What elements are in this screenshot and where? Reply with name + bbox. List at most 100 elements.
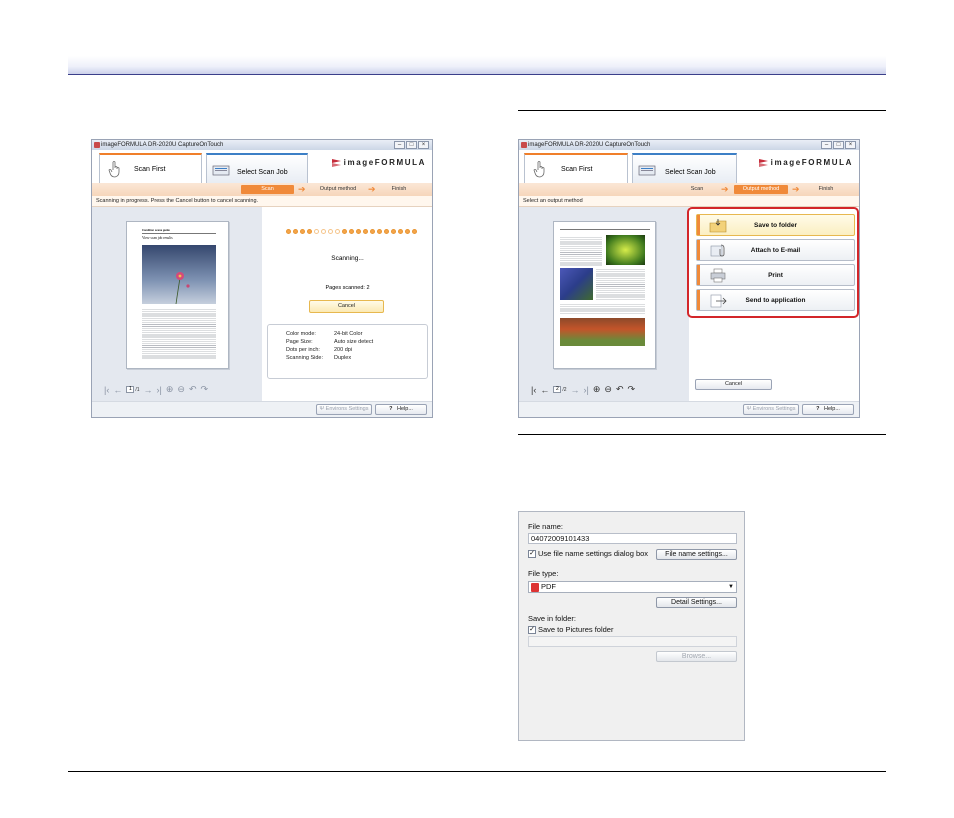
page-navigation: |‹ ← 2 /2 → ›| ⊕ ⊖ ↶ ↷ <box>531 384 635 395</box>
progress-dot <box>370 229 375 234</box>
hand-pointer-icon <box>533 161 545 178</box>
pdf-icon <box>531 583 539 592</box>
tab-label: Select Scan Job <box>237 169 288 176</box>
environment-settings-button[interactable]: Ψ Environs Settings <box>316 404 372 415</box>
step-arrow-icon: ➔ <box>792 184 800 194</box>
last-page-icon[interactable]: ›| <box>157 385 162 395</box>
next-page-icon[interactable]: → <box>571 385 580 395</box>
page-total: /1 <box>135 386 140 393</box>
environment-settings-button[interactable]: Ψ Environs Settings <box>743 404 799 415</box>
progress-dot <box>398 229 403 234</box>
bottom-toolbar: Ψ Environs Settings ? Help... <box>92 401 432 417</box>
step-output-method: Output method <box>319 186 357 192</box>
close-button[interactable]: × <box>418 141 429 149</box>
hand-pointer-icon <box>108 161 120 178</box>
zoom-in-icon[interactable]: ⊕ <box>593 384 601 395</box>
file-name-field[interactable]: 04072009101433 <box>528 533 737 544</box>
maximize-button[interactable]: □ <box>833 141 844 149</box>
progress-dot <box>321 229 326 234</box>
maximize-button[interactable]: □ <box>406 141 417 149</box>
progress-dot <box>363 229 368 234</box>
minimize-button[interactable]: – <box>394 141 405 149</box>
prev-page-icon[interactable]: ← <box>540 385 549 395</box>
file-type-select[interactable]: PDF ▼ <box>528 581 737 593</box>
detail-settings-button[interactable]: Detail Settings... <box>656 597 737 608</box>
tab-select-scan-job[interactable]: Select Scan Job <box>206 153 308 183</box>
save-settings-panel: File name: 04072009101433 ✓ Use file nam… <box>518 511 745 741</box>
page-total: /2 <box>562 386 567 393</box>
brand-logo: imageFORMULA <box>758 158 853 168</box>
progress-dot <box>356 229 361 234</box>
header-rule <box>68 74 886 75</box>
use-file-name-settings-checkbox[interactable]: ✓ Use file name settings dialog box <box>528 549 648 558</box>
window-title: imageFORMULA DR-2020U CaptureOnTouch <box>101 142 224 148</box>
zoom-out-icon[interactable]: ⊖ <box>177 384 185 395</box>
file-name-label: File name: <box>528 522 564 531</box>
rotate-left-icon[interactable]: ↶ <box>616 384 624 395</box>
logo-mark-icon <box>331 159 341 168</box>
window-title: imageFORMULA DR-2020U CaptureOnTouch <box>528 142 651 148</box>
page-thumbnail[interactable]: Condition scene guide View scan job resu… <box>126 221 229 369</box>
tools-icon: Ψ <box>319 406 325 412</box>
folder-icon <box>709 219 727 233</box>
print-button[interactable]: Print <box>696 264 855 286</box>
checkbox-check-icon: ✓ <box>528 549 536 558</box>
tab-label: Select Scan Job <box>665 169 716 176</box>
body-text-block <box>560 236 602 266</box>
next-page-icon[interactable]: → <box>144 385 153 395</box>
body-text-block <box>142 308 216 360</box>
output-pane: Save to folder Attach to E-mail Print Se… <box>687 207 859 402</box>
send-to-application-button[interactable]: Send to application <box>696 289 855 311</box>
logo-text: imageFORMULA <box>343 158 426 167</box>
page-thumbnail[interactable] <box>553 221 656 369</box>
scanner-icon <box>638 165 656 176</box>
section-rule <box>518 434 886 435</box>
prev-page-icon[interactable]: ← <box>113 385 122 395</box>
rotate-right-icon[interactable]: ↷ <box>201 384 209 395</box>
folder-path-field[interactable] <box>528 636 737 647</box>
save-to-pictures-checkbox[interactable]: ✓ Save to Pictures folder <box>528 625 613 634</box>
scanning-status: Scanning... <box>331 255 364 262</box>
rotate-right-icon[interactable]: ↷ <box>628 384 636 395</box>
brand-logo: imageFORMULA <box>331 158 426 168</box>
cancel-button[interactable]: Cancel <box>695 379 772 390</box>
tab-label: Scan First <box>134 166 166 173</box>
first-page-icon[interactable]: |‹ <box>531 385 536 395</box>
progress-dot <box>335 229 340 234</box>
close-button[interactable]: × <box>845 141 856 149</box>
logo-mark-icon <box>758 159 768 168</box>
progress-dot <box>377 229 382 234</box>
leaf-photo <box>606 235 645 265</box>
output-method-window: imageFORMULA DR-2020U CaptureOnTouch – □… <box>518 139 860 418</box>
tools-icon: Ψ <box>746 406 752 412</box>
pages-scanned: Pages scanned: 2 <box>325 285 370 291</box>
tab-scan-first[interactable]: Scan First <box>524 153 628 183</box>
attach-to-email-button[interactable]: Attach to E-mail <box>696 239 855 261</box>
step-scan: Scan <box>241 185 294 194</box>
rotate-left-icon[interactable]: ↶ <box>189 384 197 395</box>
zoom-out-icon[interactable]: ⊖ <box>604 384 612 395</box>
tab-select-scan-job[interactable]: Select Scan Job <box>632 153 737 183</box>
tab-scan-first[interactable]: Scan First <box>99 153 202 183</box>
help-button[interactable]: ? Help... <box>375 404 427 415</box>
last-page-icon[interactable]: ›| <box>584 385 589 395</box>
browse-button[interactable]: Browse... <box>656 651 737 662</box>
page-number-input[interactable]: 2 <box>553 386 562 393</box>
zoom-in-icon[interactable]: ⊕ <box>166 384 174 395</box>
page-number-input[interactable]: 1 <box>126 386 135 393</box>
progress-dot <box>412 229 417 234</box>
page-navigation: |‹ ← 1 /1 → ›| ⊕ ⊖ ↶ ↷ <box>104 384 208 395</box>
progress-dot <box>405 229 410 234</box>
scan-status-pane: Scanning... Pages scanned: 2 Cancel Colo… <box>262 207 432 402</box>
app-icon <box>521 142 527 148</box>
step-bar: Scan ➔ Output method ➔ Finish <box>519 183 859 196</box>
minimize-button[interactable]: – <box>821 141 832 149</box>
help-button[interactable]: ? Help... <box>802 404 854 415</box>
first-page-icon[interactable]: |‹ <box>104 385 109 395</box>
save-to-folder-button[interactable]: Save to folder <box>696 214 855 236</box>
cancel-button[interactable]: Cancel <box>309 300 384 313</box>
title-bar: imageFORMULA DR-2020U CaptureOnTouch – □… <box>519 140 859 150</box>
file-name-settings-button[interactable]: File name settings... <box>656 549 737 560</box>
paperclip-icon <box>710 244 725 257</box>
file-type-label: File type: <box>528 569 559 578</box>
